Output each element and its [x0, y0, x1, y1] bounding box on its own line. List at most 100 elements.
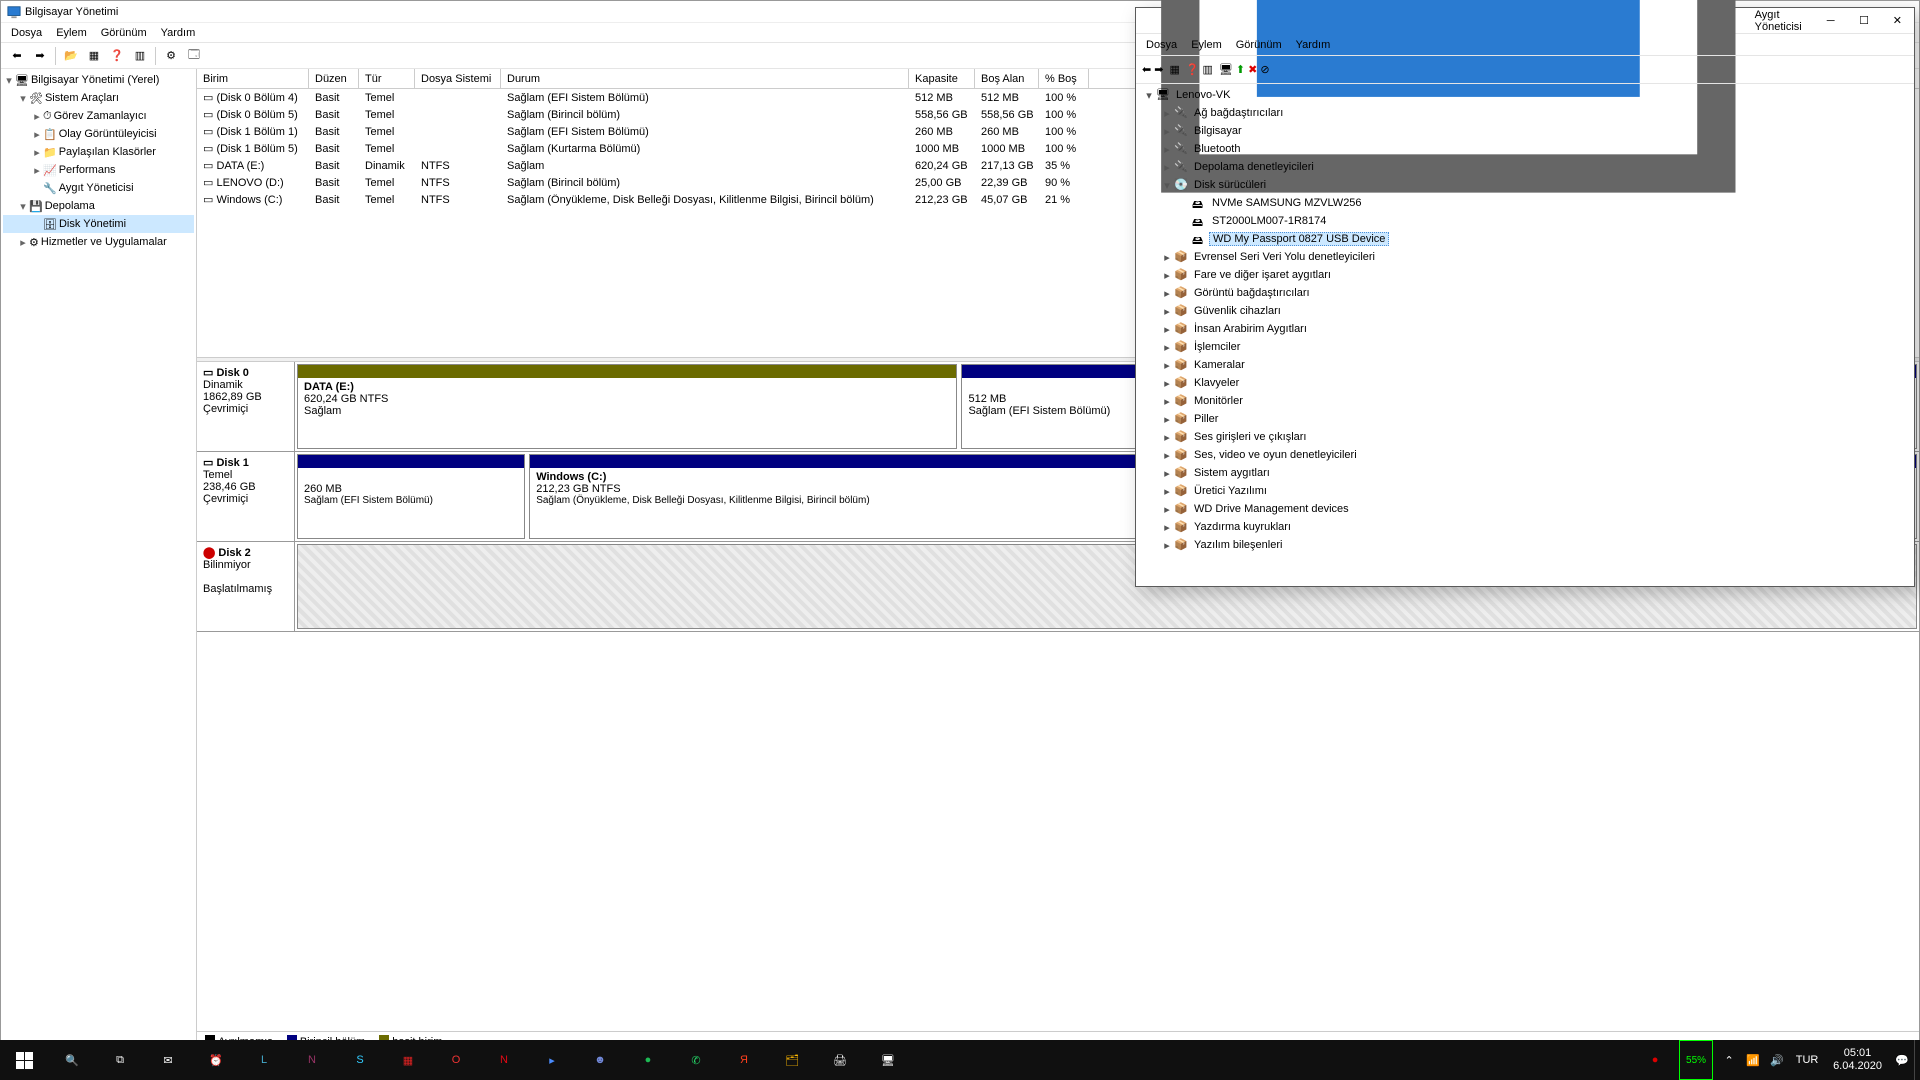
taskbar[interactable]: 🔍 ⧉ ✉ ⏰ L N S ▦ O N ▸ ☻ ● ✆ Я 🗂 🖨 🖥 ● 55…	[0, 1040, 1920, 1080]
col-tur[interactable]: Tür	[359, 69, 415, 88]
notifications-icon[interactable]: 💬	[1890, 1040, 1914, 1080]
scan-hardware-icon[interactable]: 🖥	[1219, 63, 1233, 76]
device-tree-item[interactable]: ▸📦Sistem aygıtları	[1138, 464, 1912, 482]
device-tree-item[interactable]: ▸📦Ses, video ve oyun denetleyicileri	[1138, 446, 1912, 464]
col-pct[interactable]: % Boş	[1039, 69, 1089, 88]
volume-icon[interactable]: 🔊	[1765, 1040, 1789, 1080]
onenote-icon[interactable]: N	[288, 1040, 336, 1080]
device-tree-item[interactable]: ▸📦İşlemciler	[1138, 338, 1912, 356]
back-icon[interactable]: ⬅	[1142, 63, 1151, 76]
device-disk-item[interactable]: 🖴ST2000LM007-1R8174	[1138, 212, 1912, 230]
device-tree-item[interactable]: ▸📦Yazılım bileşenleri	[1138, 536, 1912, 554]
tree-aygit[interactable]: 🔧 Aygıt Yöneticisi	[3, 179, 194, 197]
settings-icon[interactable]: ⚙	[161, 46, 181, 66]
clock-app-icon[interactable]: ⏰	[192, 1040, 240, 1080]
language-indicator[interactable]: TUR	[1789, 1040, 1825, 1080]
device-tree-item[interactable]: ▸🔌Depolama denetleyicileri	[1138, 158, 1912, 176]
help-icon[interactable]: ❓	[1186, 63, 1200, 76]
device-tree-item[interactable]: ▸📦Evrensel Seri Veri Yolu denetleyiciler…	[1138, 248, 1912, 266]
device-tree-item[interactable]: ▸🔌Bluetooth	[1138, 140, 1912, 158]
device-tree[interactable]: ▾🖥Lenovo-VK▸🔌Ağ bağdaştırıcıları▸🔌Bilgis…	[1136, 84, 1914, 586]
netflix-icon[interactable]: N	[480, 1040, 528, 1080]
show-hide-tree-icon[interactable]: ▦	[84, 46, 104, 66]
device-tree-item[interactable]: ▸🔌Bilgisayar	[1138, 122, 1912, 140]
search-icon[interactable]: 🔍	[48, 1040, 96, 1080]
device-tree-item[interactable]: ▸📦İnsan Arabirim Aygıtları	[1138, 320, 1912, 338]
devmgr-titlebar[interactable]: Aygıt Yöneticisi ─ ☐ ✕	[1136, 8, 1914, 34]
device-tree-item[interactable]: ▸🔌Ağ bağdaştırıcıları	[1138, 104, 1912, 122]
up-folder-icon[interactable]: 📂	[61, 46, 81, 66]
yandex-icon[interactable]: Я	[720, 1040, 768, 1080]
tree-paylasilan[interactable]: ▸📁 Paylaşılan Klasörler	[3, 143, 194, 161]
disk-0-part-data[interactable]: DATA (E:) 620,24 GB NTFS Sağlam	[297, 364, 957, 449]
device-tree-item[interactable]: ▸📦Kameralar	[1138, 356, 1912, 374]
update-driver-icon[interactable]: ⬆	[1236, 63, 1245, 76]
opera-icon[interactable]: O	[432, 1040, 480, 1080]
refresh-icon[interactable]: 🗔	[184, 46, 204, 66]
chevron-up-icon[interactable]: ⌃	[1717, 1040, 1741, 1080]
file-explorer-icon[interactable]: 🗂	[768, 1040, 816, 1080]
uninstall-device-icon[interactable]: ✖	[1248, 63, 1257, 76]
wifi-icon[interactable]: 📶	[1741, 1040, 1765, 1080]
dmenu-gorunum[interactable]: Görünüm	[1236, 39, 1282, 51]
col-bos[interactable]: Boş Alan	[975, 69, 1039, 88]
device-disk-item[interactable]: 🖴WD My Passport 0827 USB Device	[1138, 230, 1912, 248]
tree-disk-yonetimi[interactable]: 🗄 Disk Yönetimi	[3, 215, 194, 233]
tree-depolama[interactable]: ▾💾 Depolama	[3, 197, 194, 215]
battery-icon[interactable]: 55%	[1679, 1040, 1713, 1080]
help-icon[interactable]: ❓	[107, 46, 127, 66]
forward-icon[interactable]: ➡	[1154, 63, 1163, 76]
device-tree-item[interactable]: ▸📦Ses girişleri ve çıkışları	[1138, 428, 1912, 446]
tree-hizmetler[interactable]: ▸⚙ Hizmetler ve Uygulamalar	[3, 233, 194, 251]
tree-olay[interactable]: ▸📋 Olay Görüntüleyicisi	[3, 125, 194, 143]
start-button[interactable]	[0, 1040, 48, 1080]
back-icon[interactable]: ⬅	[7, 46, 27, 66]
device-tree-item[interactable]: ▸📦Monitörler	[1138, 392, 1912, 410]
mail-icon[interactable]: ✉	[144, 1040, 192, 1080]
printer-icon[interactable]: 🖨	[816, 1040, 864, 1080]
taskview-icon[interactable]: ⧉	[96, 1040, 144, 1080]
show-desktop-button[interactable]	[1914, 1040, 1920, 1080]
col-duzen[interactable]: Düzen	[309, 69, 359, 88]
forward-icon[interactable]: ➡	[30, 46, 50, 66]
close-button[interactable]: ✕	[1881, 8, 1914, 34]
spotify-icon[interactable]: ●	[624, 1040, 672, 1080]
device-tree-root[interactable]: ▾🖥Lenovo-VK	[1138, 86, 1912, 104]
disk-1-part-efi[interactable]: 260 MB Sağlam (EFI Sistem Bölümü)	[297, 454, 525, 539]
dmenu-eylem[interactable]: Eylem	[1191, 39, 1222, 51]
dmenu-yardim[interactable]: Yardım	[1296, 39, 1331, 51]
skype-icon[interactable]: S	[336, 1040, 384, 1080]
compmgmt-taskbar-icon[interactable]: 🖥	[864, 1040, 912, 1080]
disable-device-icon[interactable]: ⊘	[1260, 63, 1269, 76]
discord-icon[interactable]: ☻	[576, 1040, 624, 1080]
device-tree-item[interactable]: ▸📦WD Drive Management devices	[1138, 500, 1912, 518]
device-cat-disk[interactable]: ▾💽Disk sürücüleri	[1138, 176, 1912, 194]
col-durum[interactable]: Durum	[501, 69, 909, 88]
col-birim[interactable]: Birim	[197, 69, 309, 88]
tree-performans[interactable]: ▸📈 Performans	[3, 161, 194, 179]
app-icon[interactable]: L	[240, 1040, 288, 1080]
device-tree-item[interactable]: ▸📦Piller	[1138, 410, 1912, 428]
dmenu-dosya[interactable]: Dosya	[1146, 39, 1177, 51]
device-tree-item[interactable]: ▸📦Görüntü bağdaştırıcıları	[1138, 284, 1912, 302]
tree-sistem-araclari[interactable]: ▾🛠 Sistem Araçları	[3, 89, 194, 107]
device-tree-item[interactable]: ▸📦Fare ve diğer işaret aygıtları	[1138, 266, 1912, 284]
device-tree-item[interactable]: ▸📦Güvenlik cihazları	[1138, 302, 1912, 320]
col-kapasite[interactable]: Kapasite	[909, 69, 975, 88]
device-manager-window[interactable]: Aygıt Yöneticisi ─ ☐ ✕ Dosya Eylem Görün…	[1135, 7, 1915, 587]
tray-app-icon[interactable]: ●	[1631, 1040, 1679, 1080]
maximize-button[interactable]: ☐	[1847, 8, 1880, 34]
device-disk-item[interactable]: 🖴NVMe SAMSUNG MZVLW256	[1138, 194, 1912, 212]
navigation-tree[interactable]: ▾🖥 Bilgisayar Yönetimi (Yerel) ▾🛠 Sistem…	[1, 69, 197, 1051]
tree-gorev[interactable]: ▸⏱ Görev Zamanlayıcı	[3, 107, 194, 125]
menu-dosya[interactable]: Dosya	[11, 27, 42, 39]
device-tree-item[interactable]: ▸📦Üretici Yazılımı	[1138, 482, 1912, 500]
zoom-icon[interactable]: ▸	[528, 1040, 576, 1080]
properties-icon[interactable]: ▥	[1203, 63, 1213, 76]
menu-eylem[interactable]: Eylem	[56, 27, 87, 39]
device-tree-item[interactable]: ▸📦Klavyeler	[1138, 374, 1912, 392]
menu-gorunum[interactable]: Görünüm	[101, 27, 147, 39]
app-icon[interactable]: ▦	[384, 1040, 432, 1080]
minimize-button[interactable]: ─	[1814, 8, 1847, 34]
whatsapp-icon[interactable]: ✆	[672, 1040, 720, 1080]
